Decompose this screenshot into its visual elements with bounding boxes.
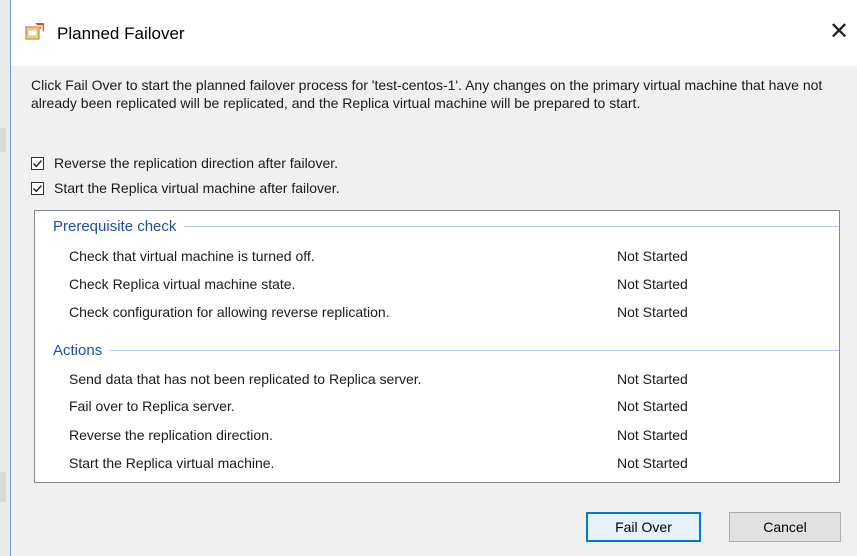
prerequisite-header: Prerequisite check <box>53 216 839 236</box>
prerequisite-row: Check that virtual machine is turned off… <box>69 248 809 268</box>
group-divider <box>184 225 839 227</box>
action-row: Start the Replica virtual machine. Not S… <box>69 455 809 475</box>
checkmark-icon <box>33 159 43 167</box>
planned-failover-dialog: Planned Failover ✕ Click Fail Over to st… <box>10 0 857 556</box>
step-status: Not Started <box>617 371 688 387</box>
reverse-replication-checkbox[interactable] <box>31 156 44 170</box>
step-label: Check configuration for allowing reverse… <box>69 304 390 320</box>
actions-header: Actions <box>53 340 839 360</box>
step-label: Check Replica virtual machine state. <box>69 276 296 292</box>
failover-icon <box>25 22 45 42</box>
reverse-replication-option[interactable]: Reverse the replication direction after … <box>31 153 338 173</box>
step-label: Reverse the replication direction. <box>69 427 273 443</box>
action-row: Fail over to Replica server. Not Started <box>69 398 809 418</box>
step-label: Start the Replica virtual machine. <box>69 455 275 471</box>
progress-panel: Prerequisite check Check that virtual ma… <box>34 210 840 483</box>
cancel-button[interactable]: Cancel <box>729 512 841 542</box>
title-bar: Planned Failover ✕ <box>11 0 857 66</box>
step-status: Not Started <box>617 304 688 320</box>
step-status: Not Started <box>617 398 688 414</box>
start-replica-checkbox[interactable] <box>31 181 44 195</box>
prerequisite-row: Check Replica virtual machine state. Not… <box>69 276 809 296</box>
fail-over-button[interactable]: Fail Over <box>586 512 701 542</box>
action-row: Reverse the replication direction. Not S… <box>69 427 809 447</box>
step-status: Not Started <box>617 276 688 292</box>
step-label: Check that virtual machine is turned off… <box>69 248 315 264</box>
dialog-description: Click Fail Over to start the planned fai… <box>31 77 823 111</box>
start-replica-option[interactable]: Start the Replica virtual machine after … <box>31 178 340 198</box>
background-window-edge <box>0 472 6 502</box>
dialog-title: Planned Failover <box>57 24 185 43</box>
start-replica-label: Start the Replica virtual machine after … <box>54 180 340 196</box>
action-row: Send data that has not been replicated t… <box>69 371 809 391</box>
step-status: Not Started <box>617 248 688 264</box>
step-label: Fail over to Replica server. <box>69 398 235 414</box>
step-label: Send data that has not been replicated t… <box>69 371 422 387</box>
prerequisite-row: Check configuration for allowing reverse… <box>69 304 809 324</box>
prerequisite-title: Prerequisite check <box>53 217 177 235</box>
actions-title: Actions <box>53 341 103 359</box>
step-status: Not Started <box>617 455 688 471</box>
checkmark-icon <box>33 184 43 192</box>
reverse-replication-label: Reverse the replication direction after … <box>54 155 339 171</box>
group-divider <box>110 349 839 351</box>
close-icon[interactable]: ✕ <box>821 16 857 48</box>
background-window-edge <box>0 128 6 152</box>
step-status: Not Started <box>617 427 688 443</box>
